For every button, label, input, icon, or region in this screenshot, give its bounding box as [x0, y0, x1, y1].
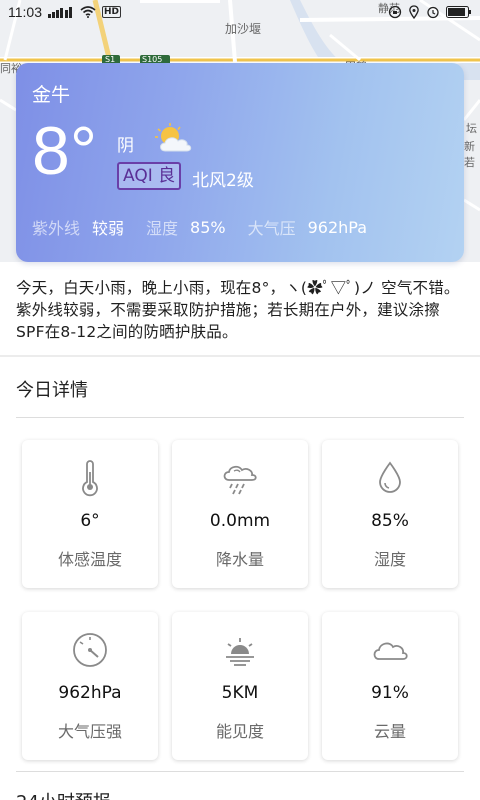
today-details-grid: 6° 体感温度 0.0mm 降水量 85% 湿度 962hPa 大气压强 5KM… [22, 440, 458, 760]
sunrise-icon [220, 630, 260, 670]
cloud-icon [370, 630, 410, 670]
visibility-label: 能见度 [215, 722, 264, 741]
current-weather-card[interactable]: 金牛 8° 阴 AQI 良 北风2级 紫外线 较弱 湿度 85% 大气压 962… [16, 63, 464, 262]
detail-card-pressure[interactable]: 962hPa 大气压强 [22, 612, 158, 760]
cloudy-sun-icon [155, 123, 195, 159]
map-label: 坛 [466, 122, 477, 135]
status-bar: 11:03 HD [0, 0, 480, 24]
humidity-label: 湿度 [146, 219, 179, 238]
aqi-badge[interactable]: AQI 良 [117, 162, 182, 190]
detail-card-feels-like[interactable]: 6° 体感温度 [22, 440, 158, 588]
pressure-label: 大气压 [247, 219, 296, 238]
humidity-value: 85% [190, 217, 226, 237]
detail-card-precipitation[interactable]: 0.0mm 降水量 [172, 440, 308, 588]
cloud-cover-value: 91% [371, 683, 409, 703]
pressure-gauge-icon [70, 630, 110, 670]
precipitation-label: 降水量 [215, 550, 264, 569]
battery-icon [446, 6, 472, 18]
location-icon [408, 5, 420, 19]
detail-card-cloud-cover[interactable]: 91% 云量 [322, 612, 458, 760]
weather-summary-text: 今天，白天小雨，晚上小雨，现在8°，ヽ(✿ﾟ▽ﾟ)ノ 空气不错。紫外线较弱，不需… [16, 279, 460, 341]
pressure-detail-label: 大气压强 [57, 722, 122, 741]
feels-like-label: 体感温度 [57, 550, 122, 569]
cloud-cover-label: 云量 [373, 722, 406, 741]
hd-badge: HD [102, 6, 122, 18]
wind-info: 北风2级 [192, 171, 254, 191]
uv-label: 紫外线 [32, 219, 81, 238]
current-temperature: 8° [32, 113, 98, 189]
section-divider [0, 355, 480, 357]
map-label: 新若 [464, 140, 475, 169]
uv-value: 较弱 [92, 219, 125, 238]
visibility-value: 5KM [221, 683, 259, 703]
title-divider [16, 417, 464, 418]
feels-like-value: 6° [80, 511, 100, 531]
water-drop-icon [370, 458, 410, 498]
lock-rotation-icon [388, 5, 402, 19]
today-details-title: 今日详情 [16, 380, 88, 401]
rain-cloud-icon [220, 458, 260, 498]
hourly-forecast-title: 24小时预报 [16, 788, 111, 800]
alarm-icon [426, 5, 440, 19]
detail-card-visibility[interactable]: 5KM 能见度 [172, 612, 308, 760]
city-name[interactable]: 金牛 [32, 80, 70, 107]
pressure-value: 962hPa [307, 217, 368, 237]
wifi-icon [80, 6, 96, 18]
status-time: 11:03 [8, 4, 42, 20]
weather-stats-row: 紫外线 较弱 湿度 85% 大气压 962hPa [32, 215, 389, 239]
humidity-detail-label: 湿度 [373, 550, 406, 569]
pressure-detail-value: 962hPa [58, 683, 122, 703]
signal-icon [48, 6, 74, 18]
detail-card-humidity[interactable]: 85% 湿度 [322, 440, 458, 588]
section-divider [16, 771, 464, 772]
thermometer-icon [70, 458, 110, 498]
precipitation-value: 0.0mm [209, 511, 271, 531]
weather-condition: 阴 [117, 136, 134, 156]
humidity-detail-value: 85% [371, 511, 409, 531]
